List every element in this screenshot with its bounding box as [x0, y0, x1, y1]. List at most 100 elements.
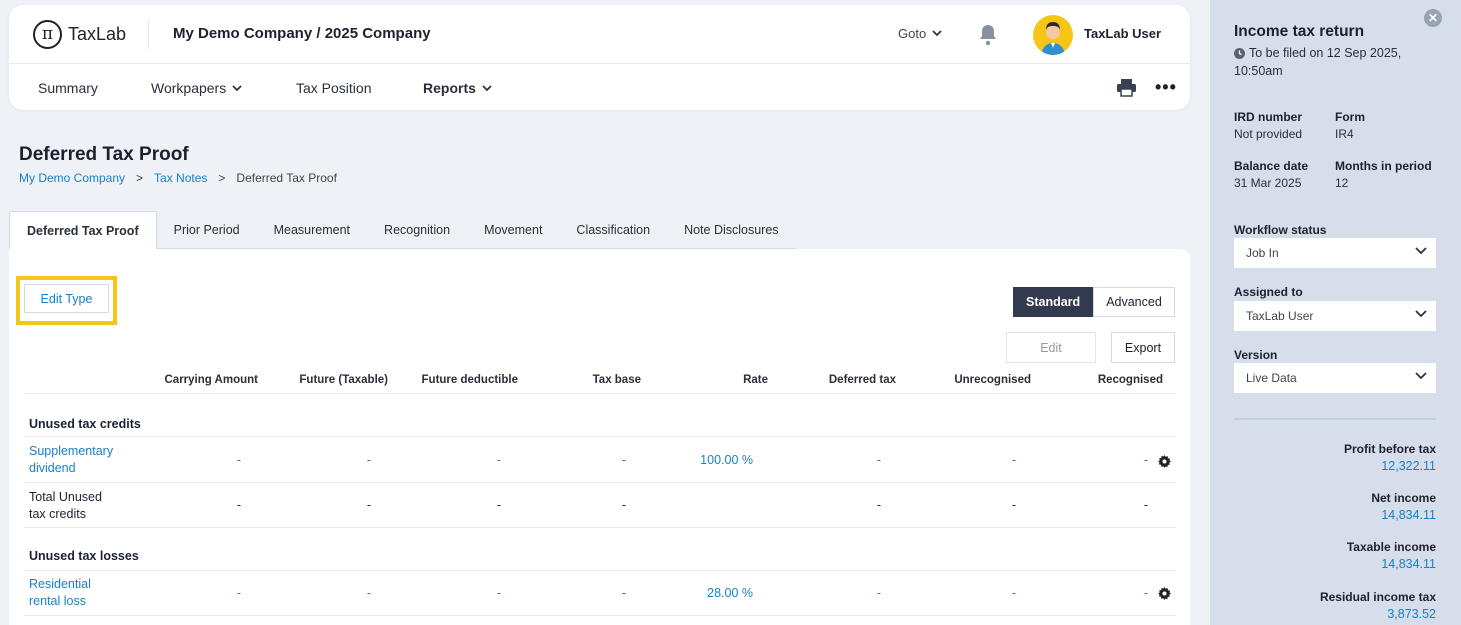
net-income-value[interactable]: 14,834.11	[1234, 508, 1436, 522]
user-avatar[interactable]	[1033, 15, 1073, 55]
cell-tax-base[interactable]: -	[622, 586, 626, 600]
cell-future-deductible[interactable]: -	[497, 453, 501, 467]
cell-future-taxable[interactable]: -	[367, 453, 371, 467]
report-content: Edit Type Standard Advanced Edit Export …	[9, 249, 1190, 625]
col-deferred-tax: Deferred tax	[828, 374, 896, 386]
goto-dropdown[interactable]: Goto	[898, 26, 942, 41]
tab-movement[interactable]: Movement	[467, 211, 560, 249]
profit-before-tax-value[interactable]: 12,322.11	[1234, 459, 1436, 473]
export-button[interactable]: Export	[1111, 332, 1175, 363]
nav-reports[interactable]: Reports	[423, 80, 492, 96]
main-nav: Summary Workpapers Tax Position Reports	[9, 65, 1190, 110]
table-header: Carrying Amount Future (Taxable) Future …	[24, 367, 1176, 394]
chevron-down-icon	[232, 84, 242, 91]
version-value: Live Data	[1246, 371, 1297, 385]
cell-future-deductible: -	[496, 498, 501, 512]
row-name-link[interactable]: Supplementary dividend	[29, 443, 113, 477]
assigned-to-select[interactable]: TaxLab User	[1234, 301, 1436, 331]
balance-date-value: 31 Mar 2025	[1234, 176, 1302, 190]
tab-measurement[interactable]: Measurement	[256, 211, 368, 249]
tab-classification[interactable]: Classification	[559, 211, 668, 249]
tab-note-disclosures[interactable]: Note Disclosures	[667, 211, 796, 249]
breadcrumb-company[interactable]: My Demo Company	[19, 171, 125, 185]
row-name-line: dividend	[29, 461, 76, 475]
view-mode-toggle: Standard Advanced	[1013, 287, 1175, 317]
nav-workpapers-label: Workpapers	[151, 80, 227, 96]
col-future-deductible: Future deductible	[421, 374, 518, 386]
cell-tax-base: -	[621, 498, 626, 512]
workflow-status-value: Job In	[1246, 246, 1279, 260]
workflow-status-select[interactable]: Job In	[1234, 238, 1436, 268]
nav-workpapers[interactable]: Workpapers	[151, 80, 242, 96]
balance-date-label: Balance date	[1234, 159, 1309, 173]
side-panel-title: Income tax return	[1234, 23, 1365, 40]
more-options-icon[interactable]: •••	[1155, 77, 1177, 98]
version-select[interactable]: Live Data	[1234, 363, 1436, 393]
months-in-period-value: 12	[1335, 176, 1349, 190]
bell-icon[interactable]	[978, 24, 998, 46]
cell-carrying-amount[interactable]: -	[237, 453, 241, 467]
ird-number-label: IRD number	[1234, 110, 1303, 124]
page-title: Deferred Tax Proof	[19, 144, 189, 165]
cell-recognised[interactable]: -	[1144, 586, 1148, 600]
cell-rate[interactable]: 28.00 %	[707, 586, 753, 600]
standard-view-button[interactable]: Standard	[1013, 287, 1094, 317]
nav-reports-label: Reports	[423, 80, 476, 96]
col-future-taxable: Future (Taxable)	[299, 374, 388, 386]
taxlab-logo[interactable]: π TaxLab	[33, 19, 126, 49]
tab-deferred-tax-proof[interactable]: Deferred Tax Proof	[9, 211, 157, 249]
cell-unrecognised[interactable]: -	[1012, 453, 1016, 467]
chevron-down-icon	[1415, 247, 1427, 255]
cell-unrecognised[interactable]: -	[1012, 586, 1016, 600]
tax-return-side-panel: ✕ Income tax return To be filed on 12 Se…	[1210, 0, 1461, 625]
nav-tax-position-label: Tax Position	[296, 80, 372, 96]
cell-future-taxable[interactable]: -	[367, 586, 371, 600]
cell-recognised[interactable]: -	[1144, 453, 1148, 467]
gear-icon[interactable]	[1158, 455, 1171, 468]
edit-type-button[interactable]: Edit Type	[24, 284, 109, 313]
pi-logo-icon: π	[33, 19, 62, 49]
cell-future-deductible[interactable]: -	[497, 586, 501, 600]
tab-recognition[interactable]: Recognition	[367, 211, 468, 249]
due-line-2: 10:50am	[1234, 64, 1283, 78]
tab-prior-period[interactable]: Prior Period	[156, 211, 257, 249]
printer-icon[interactable]	[1116, 78, 1137, 97]
cell-tax-base[interactable]: -	[622, 453, 626, 467]
assigned-to-value: TaxLab User	[1246, 309, 1314, 323]
form-value: IR4	[1335, 127, 1354, 141]
due-line-1: To be filed on 12 Sep 2025,	[1249, 46, 1402, 60]
row-name-link[interactable]: Residential rental loss	[29, 576, 91, 610]
user-name[interactable]: TaxLab User	[1084, 26, 1161, 41]
col-rate: Rate	[743, 374, 768, 386]
breadcrumb-separator: >	[136, 171, 144, 185]
cell-deferred-tax[interactable]: -	[877, 453, 881, 467]
col-tax-base: Tax base	[592, 374, 641, 386]
cell-carrying-amount: -	[236, 498, 241, 512]
edit-button[interactable]: Edit	[1006, 332, 1096, 363]
advanced-view-button[interactable]: Advanced	[1093, 287, 1175, 317]
breadcrumb-current: Deferred Tax Proof	[236, 171, 337, 185]
table-row: Total Unused tax credits - - - - - - -	[24, 483, 1176, 528]
profit-before-tax-label: Profit before tax	[1343, 442, 1436, 456]
taxable-income-value[interactable]: 14,834.11	[1234, 557, 1436, 571]
divider	[1234, 418, 1436, 420]
nav-tax-position[interactable]: Tax Position	[296, 80, 371, 96]
nav-summary[interactable]: Summary	[38, 80, 98, 96]
logo-text: TaxLab	[68, 23, 127, 44]
cell-future-taxable: -	[366, 498, 371, 512]
chevron-down-icon	[932, 30, 942, 37]
gear-icon[interactable]	[1158, 587, 1171, 600]
cell-deferred-tax[interactable]: -	[877, 586, 881, 600]
residual-income-tax-value[interactable]: 3,873.52	[1234, 607, 1436, 621]
breadcrumb-tax-notes[interactable]: Tax Notes	[154, 171, 207, 185]
close-icon[interactable]: ✕	[1424, 9, 1442, 27]
residual-income-tax-label: Residual income tax	[1319, 590, 1436, 604]
row-name: Total Unused tax credits	[29, 489, 102, 523]
section-title: Unused tax credits	[29, 417, 141, 431]
table-row: Supplementary dividend - - - - 100.00 % …	[24, 437, 1176, 483]
cell-carrying-amount[interactable]: -	[237, 586, 241, 600]
cell-recognised: -	[1143, 498, 1148, 512]
cell-rate[interactable]: 100.00 %	[700, 453, 753, 467]
cell-unrecognised: -	[1011, 498, 1016, 512]
table-row: Residential rental loss - - - - 28.00 % …	[24, 571, 1176, 616]
